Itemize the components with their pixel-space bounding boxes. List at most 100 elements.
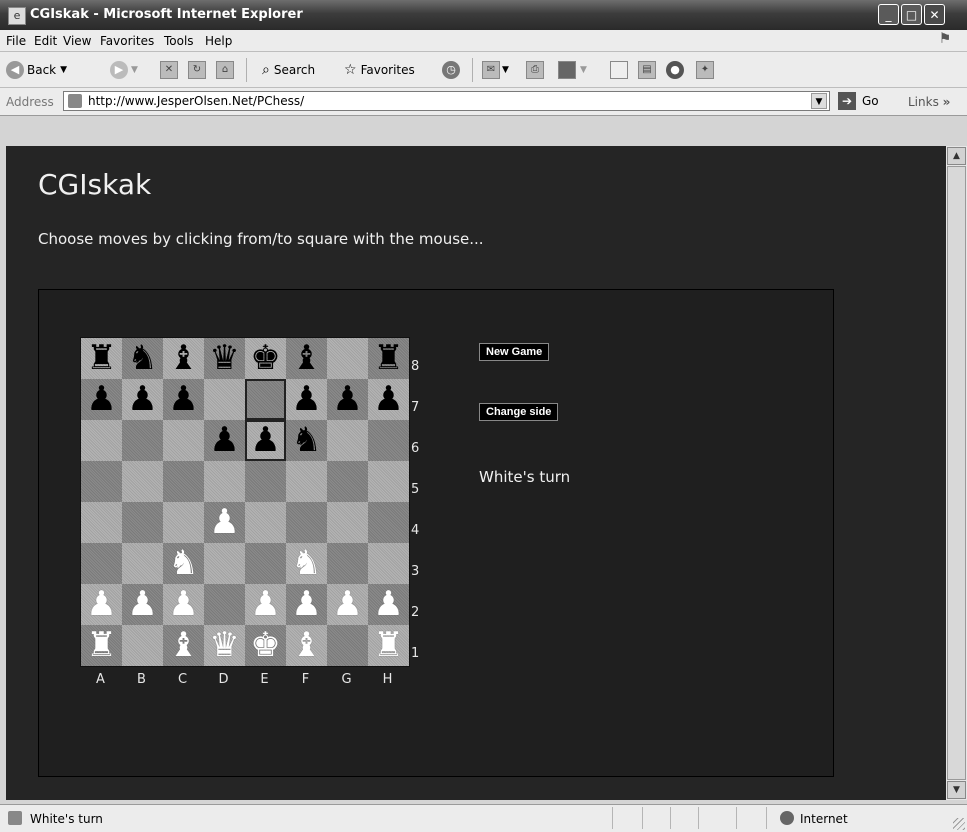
white-rook-icon[interactable]: ♜ [368,625,409,666]
board-square[interactable]: ♞ [286,543,327,584]
board-square[interactable]: ♟ [286,584,327,625]
board-square[interactable] [327,625,368,666]
black-rook-icon[interactable]: ♜ [368,338,409,379]
board-square[interactable]: ♟ [368,584,409,625]
board-square[interactable] [245,379,286,420]
address-dropdown-icon[interactable]: ▼ [811,93,827,109]
black-pawn-icon[interactable]: ♟ [81,379,122,420]
board-square[interactable]: ♟ [122,584,163,625]
change-side-button[interactable]: Change side [479,403,559,421]
board-square[interactable] [327,543,368,584]
board-square[interactable] [368,543,409,584]
board-square[interactable]: ♝ [286,625,327,666]
black-pawn-icon[interactable]: ♟ [122,379,163,420]
board-square[interactable] [122,420,163,461]
board-square[interactable]: ♜ [368,338,409,379]
mail-button[interactable]: ✉ ▼ [482,60,509,80]
white-queen-icon[interactable]: ♛ [204,625,245,666]
board-square[interactable]: ♝ [163,338,204,379]
black-pawn-icon[interactable]: ♟ [368,379,409,420]
scroll-thumb[interactable] [947,166,966,780]
black-pawn-icon[interactable]: ♟ [327,379,368,420]
board-square[interactable]: ♟ [286,379,327,420]
white-pawn-icon[interactable]: ♟ [81,584,122,625]
menu-favorites[interactable]: Favorites [100,34,154,48]
board-square[interactable] [327,420,368,461]
research-button[interactable]: ▤ [638,60,656,80]
forward-button[interactable]: ▶ ▼ [110,60,138,80]
board-square[interactable] [245,502,286,543]
board-square[interactable] [327,502,368,543]
white-bishop-icon[interactable]: ♝ [286,625,327,666]
tools-button[interactable]: ✦ [696,60,714,80]
board-square[interactable]: ♜ [368,625,409,666]
board-square[interactable] [245,543,286,584]
black-bishop-icon[interactable]: ♝ [286,338,327,379]
links-button[interactable]: Links » [908,95,950,109]
discuss-button[interactable] [610,60,628,80]
forward-dropdown-icon[interactable]: ▼ [131,65,138,75]
favorites-button[interactable]: ☆ Favorites [344,60,415,80]
board-square[interactable]: ♟ [327,379,368,420]
go-button[interactable]: ➔ Go [838,92,879,110]
board-square[interactable] [204,584,245,625]
scroll-down-button[interactable]: ▼ [947,781,966,799]
board-square[interactable]: ♛ [204,625,245,666]
board-square[interactable] [286,461,327,502]
board-square[interactable]: ♟ [368,379,409,420]
print-button[interactable]: ⎙ [526,60,544,80]
board-square[interactable] [122,502,163,543]
board-square[interactable]: ♟ [327,584,368,625]
board-square[interactable] [163,502,204,543]
vertical-scrollbar[interactable]: ▲ ▼ [946,146,967,800]
board-square[interactable]: ♟ [245,584,286,625]
refresh-button[interactable]: ↻ [188,60,206,80]
board-square[interactable]: ♝ [163,625,204,666]
menu-help[interactable]: Help [205,34,232,48]
white-bishop-icon[interactable]: ♝ [163,625,204,666]
address-input[interactable]: http://www.JesperOlsen.Net/PChess/ ▼ [63,91,830,111]
black-pawn-icon[interactable]: ♟ [286,379,327,420]
white-pawn-icon[interactable]: ♟ [368,584,409,625]
board-square[interactable] [204,379,245,420]
board-square[interactable]: ♟ [122,379,163,420]
history-button[interactable]: ◷ [442,60,463,80]
new-game-button[interactable]: New Game [479,343,550,361]
board-square[interactable]: ♞ [286,420,327,461]
home-button[interactable]: ⌂ [216,60,234,80]
board-square[interactable]: ♟ [204,502,245,543]
black-knight-icon[interactable]: ♞ [122,338,163,379]
resize-grip[interactable] [953,818,965,830]
menu-view[interactable]: View [63,34,91,48]
board-square[interactable]: ♟ [245,420,286,461]
board-square[interactable]: ♝ [286,338,327,379]
stop-button[interactable]: ✕ [160,60,178,80]
black-pawn-icon[interactable]: ♟ [245,420,286,461]
board-square[interactable] [163,420,204,461]
board-square[interactable] [368,461,409,502]
white-king-icon[interactable]: ♚ [245,625,286,666]
board-square[interactable]: ♞ [122,338,163,379]
board-square[interactable] [122,543,163,584]
board-square[interactable] [327,461,368,502]
board-square[interactable] [204,461,245,502]
white-pawn-icon[interactable]: ♟ [163,584,204,625]
messenger-button[interactable]: ● [666,60,687,80]
white-pawn-icon[interactable]: ♟ [245,584,286,625]
board-square[interactable] [286,502,327,543]
board-square[interactable]: ♚ [245,625,286,666]
mail-dropdown-icon[interactable]: ▼ [502,65,509,75]
board-square[interactable]: ♟ [163,584,204,625]
board-square[interactable]: ♟ [204,420,245,461]
back-dropdown-icon[interactable]: ▼ [60,65,67,75]
white-knight-icon[interactable]: ♞ [163,543,204,584]
edit-button[interactable]: ▼ [558,60,587,80]
board-square[interactable] [163,461,204,502]
board-square[interactable] [81,461,122,502]
board-square[interactable] [122,461,163,502]
board-square[interactable] [204,543,245,584]
menu-file[interactable]: File [6,34,26,48]
white-pawn-icon[interactable]: ♟ [327,584,368,625]
white-knight-icon[interactable]: ♞ [286,543,327,584]
search-button[interactable]: ⌕ Search [262,60,315,80]
